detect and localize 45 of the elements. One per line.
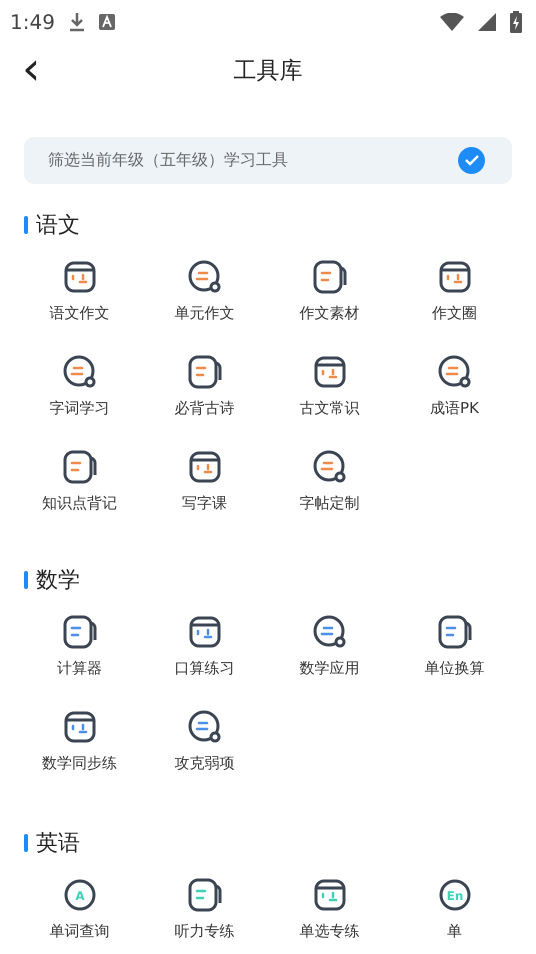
tool-label[interactable]: 计算器 — [57, 659, 102, 678]
tool-label[interactable]: 数学同步练 — [42, 754, 117, 773]
tool-icon — [60, 448, 98, 486]
signal-icon — [478, 13, 496, 31]
status-time: 1:49 — [10, 10, 55, 34]
grade-filter[interactable]: 筛选当前年级（五年级）学习工具 — [24, 137, 512, 184]
wifi-icon — [440, 13, 464, 31]
back-button[interactable]: ‹ — [16, 48, 46, 88]
tool-icon — [186, 353, 224, 391]
filter-checkbox[interactable] — [458, 147, 485, 174]
tool-label[interactable]: 听力专练 — [174, 922, 234, 941]
tool-icon — [60, 613, 98, 651]
check-icon — [464, 155, 478, 166]
section-title: 语文 — [36, 212, 80, 240]
tool-icon — [310, 258, 348, 296]
section-title: 数学 — [36, 567, 80, 595]
tool-label[interactable]: 字帖定制 — [300, 494, 360, 513]
section-marker — [24, 834, 28, 852]
page-title: 工具库 — [234, 56, 302, 86]
section-marker — [24, 571, 28, 589]
section-marker — [24, 216, 28, 234]
filter-label: 筛选当前年级（五年级）学习工具 — [48, 150, 289, 171]
section-title: 英语 — [36, 830, 80, 858]
tool-label[interactable]: 口算练习 — [174, 659, 234, 678]
tool-label[interactable]: 单选专练 — [300, 922, 360, 941]
tool-label[interactable]: 单 — [447, 922, 462, 941]
tool-label[interactable]: 作文圈 — [432, 304, 477, 323]
tool-label[interactable]: 单位换算 — [424, 659, 484, 678]
tool-label[interactable]: 成语PK — [430, 399, 479, 418]
tool-label[interactable]: 字词学习 — [50, 399, 110, 418]
tool-label[interactable]: 必背古诗 — [174, 399, 234, 418]
tool-label[interactable]: 数学应用 — [300, 659, 360, 678]
download-icon — [68, 12, 85, 32]
tool-label[interactable]: 单词查询 — [50, 922, 110, 941]
tool-label[interactable]: 语文作文 — [50, 304, 110, 323]
tool-label[interactable]: 知识点背记 — [42, 494, 117, 513]
tool-icon — [436, 613, 474, 651]
tool-label[interactable]: 单元作文 — [174, 304, 234, 323]
tool-label[interactable]: 古文常识 — [300, 399, 360, 418]
tool-label[interactable]: 作文素材 — [300, 304, 360, 323]
tool-label[interactable]: 攻克弱项 — [174, 754, 234, 773]
app-notification-icon — [98, 14, 115, 30]
tool-icon — [186, 876, 224, 914]
tool-label[interactable]: 写字课 — [182, 494, 227, 513]
battery-icon — [510, 11, 522, 33]
